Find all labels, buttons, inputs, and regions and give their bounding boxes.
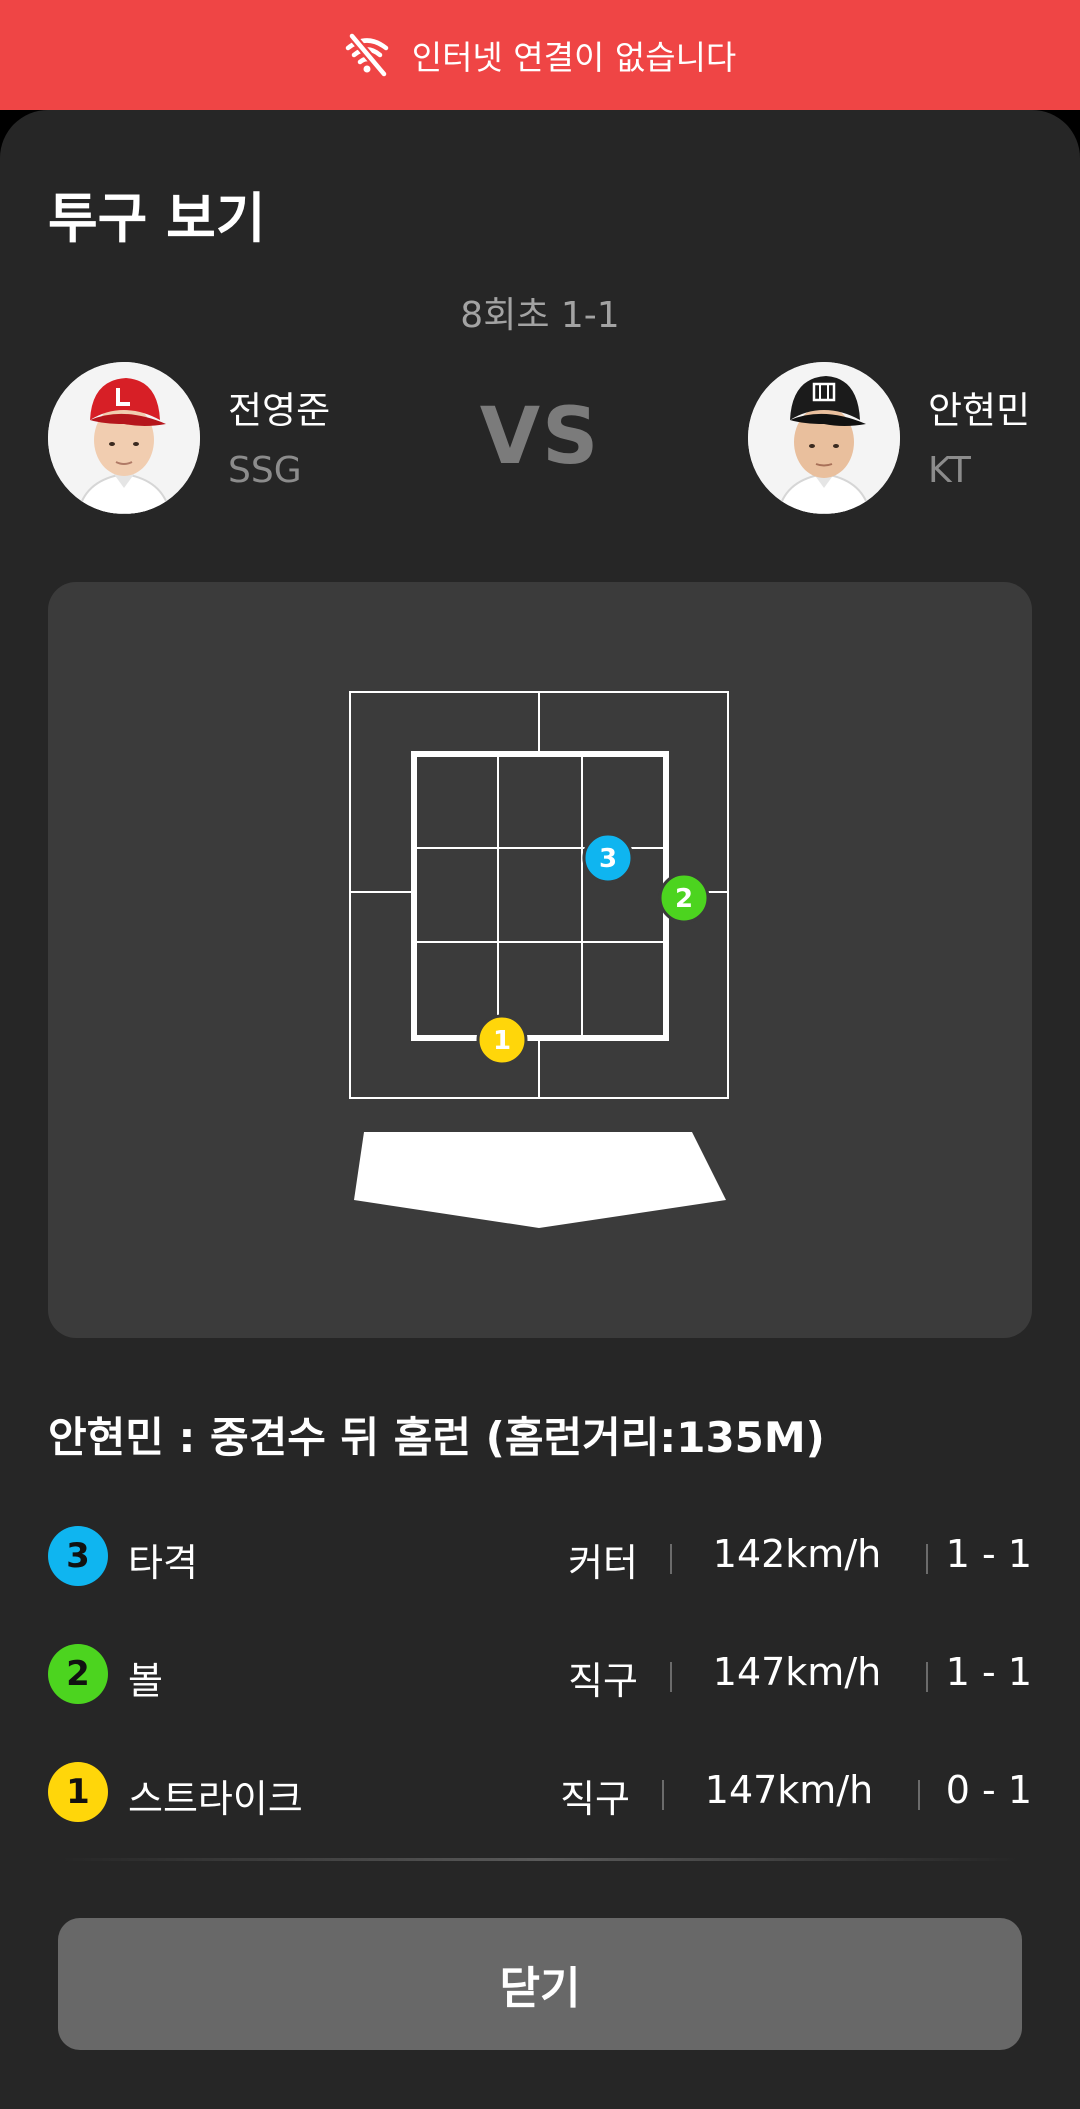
pitch-row-1: 1 스트라이크 직구 147km/h 0 - 1	[48, 1760, 1032, 1824]
close-button[interactable]: 닫기	[58, 1918, 1022, 2050]
pitch-speed: 147km/h	[704, 1768, 874, 1812]
pitch-marker-2-label: 2	[675, 884, 693, 914]
pitch-result-label: 타격	[128, 1541, 198, 1585]
separator	[670, 1662, 672, 1692]
pitch-speed: 142km/h	[712, 1532, 882, 1576]
banner-text: 인터넷 연결이 없습니다	[411, 38, 737, 77]
pitch-count: 1 - 1	[945, 1532, 1032, 1576]
pitch-count: 0 - 1	[945, 1768, 1032, 1812]
pitch-marker-3: 3	[582, 832, 634, 884]
batter-name: 안현민	[928, 389, 1031, 432]
pitch-type: 커터	[568, 1541, 638, 1585]
strike-zone-panel: 3 2 1	[48, 582, 1032, 1338]
separator	[670, 1544, 672, 1574]
inning-label: 8회초 1-1	[460, 295, 620, 336]
batter-team: KT	[928, 450, 971, 491]
pitch-type: 직구	[568, 1659, 638, 1703]
pitch-marker-2: 2	[658, 872, 710, 924]
pitch-result-label: 볼	[128, 1659, 163, 1703]
pitch-speed: 147km/h	[712, 1650, 882, 1694]
pitch-number-badge: 3	[48, 1526, 108, 1586]
strike-zone-inner-grid	[411, 751, 669, 1041]
list-scroll-divider	[60, 1858, 1020, 1861]
pitch-marker-1: 1	[476, 1014, 528, 1066]
pitch-result-label: 스트라이크	[128, 1777, 303, 1821]
pitch-view-sheet: 투구 보기 8회초 1-1 전영준 SSG VS 안현민 KT 3 2 1 안현…	[0, 110, 1080, 2109]
sheet-title: 투구 보기	[48, 187, 266, 250]
pitch-number-badge: 1	[48, 1762, 108, 1822]
pitch-marker-1-label: 1	[493, 1026, 511, 1056]
pitch-number-badge: 2	[48, 1644, 108, 1704]
vs-label: VS	[479, 392, 601, 482]
pitch-type: 직구	[560, 1777, 630, 1821]
pitch-row-3: 3 타격 커터 142km/h 1 - 1	[48, 1524, 1032, 1588]
at-bat-result: 안현민 : 중견수 뒤 홈런 (홈런거리:135M)	[48, 1413, 825, 1462]
wifi-off-icon	[344, 32, 390, 78]
pitch-row-2: 2 볼 직구 147km/h 1 - 1	[48, 1642, 1032, 1706]
separator	[662, 1780, 664, 1810]
pitch-marker-3-label: 3	[599, 844, 617, 874]
no-internet-banner: 인터넷 연결이 없습니다	[0, 0, 1080, 110]
pitch-count: 1 - 1	[945, 1650, 1032, 1694]
batter-avatar	[748, 362, 900, 514]
home-plate	[354, 1132, 726, 1228]
